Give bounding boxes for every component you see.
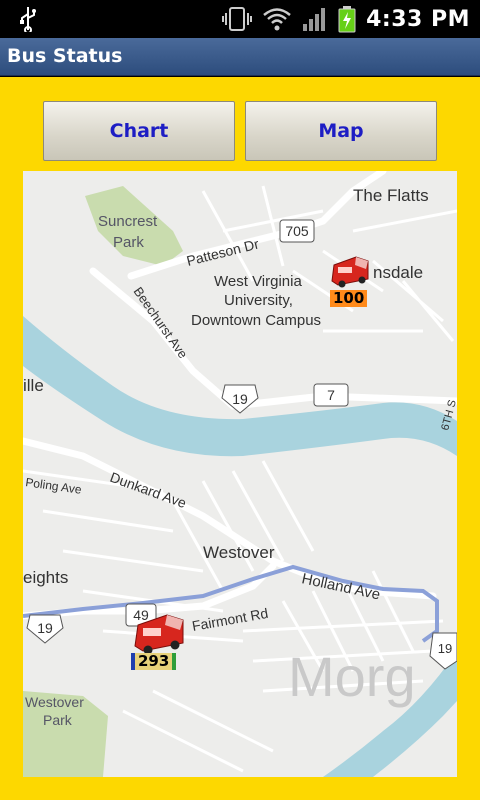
map-label-wvu-1: West Virginia	[214, 273, 302, 290]
map-label-19-bottom: 19	[37, 620, 53, 636]
chart-button[interactable]: Chart	[43, 101, 235, 161]
map-label-19-top: 19	[232, 391, 248, 407]
map-label-dunkard-ave: Dunkard Ave	[108, 469, 189, 511]
bus-icon	[134, 614, 184, 655]
map-label-westover-park-2: Park	[43, 712, 73, 728]
map-label-19-right: 19	[438, 641, 452, 656]
map-label-suncrest: Suncrest	[98, 213, 158, 230]
usb-icon	[20, 7, 36, 32]
map-label-beechurst-ave: Beechurst Ave	[131, 284, 191, 361]
map-label-morg: Morg	[288, 645, 416, 708]
vibrate-icon	[222, 7, 253, 31]
map-label-ansdale: nsdale	[373, 263, 423, 282]
map-view[interactable]: The Flatts Suncrest Park Patteson Dr 705…	[23, 171, 457, 777]
map-label-eights: eights	[23, 568, 68, 587]
map-label-park: Park	[113, 234, 144, 251]
status-bar: 4:33 PM	[0, 0, 480, 38]
bus-icon	[331, 256, 369, 288]
title-bar: Bus Status	[0, 38, 480, 76]
bus-route-label: 100	[330, 290, 368, 307]
map-label-ille: ille	[23, 376, 44, 395]
map-label-the-flatts: The Flatts	[353, 186, 429, 205]
map-label-wvu-2: University,	[224, 292, 293, 309]
map-label-wvu-3: Downtown Campus	[191, 312, 321, 329]
map-button[interactable]: Map	[245, 101, 437, 161]
map-label-westover-park-1: Westover	[25, 694, 84, 710]
clock: 4:33 PM	[366, 6, 470, 32]
content-area: Chart Map The Flatts Suncrest Park Patte…	[0, 77, 480, 800]
map-label-7: 7	[327, 387, 335, 403]
wifi-icon	[263, 8, 291, 31]
battery-charging-icon	[338, 6, 356, 33]
map-label-705: 705	[285, 223, 309, 239]
page-title: Bus Status	[7, 45, 123, 67]
map-label-westover: Westover	[203, 543, 275, 562]
map-label-holland-ave: Holland Ave	[300, 570, 382, 603]
map-label-patteson-dr: Patteson Dr	[185, 235, 261, 268]
bus-route-label: 293	[131, 653, 177, 670]
signal-icon	[303, 8, 326, 31]
map-canvas[interactable]: The Flatts Suncrest Park Patteson Dr 705…	[23, 171, 457, 777]
